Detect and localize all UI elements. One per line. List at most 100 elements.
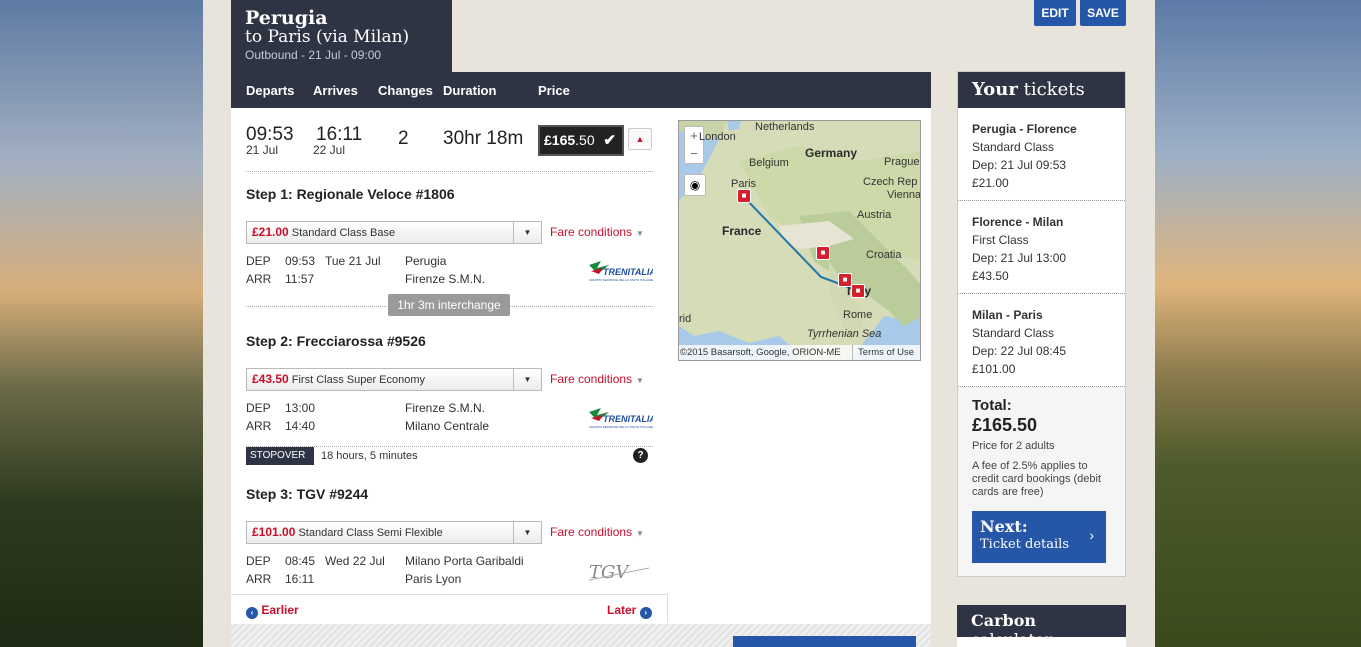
dep-station: Milano Porta Garibaldi [405, 554, 524, 568]
arr-label: ARR [246, 419, 272, 433]
train-pin-perugia[interactable]: ■ [851, 284, 865, 298]
title-rest: tickets [1023, 79, 1085, 100]
continue-button[interactable] [733, 636, 916, 647]
price-pounds: £165 [544, 132, 576, 148]
step-3-fare-conditions-link[interactable]: Fare conditions ▼ [550, 525, 644, 539]
journey-summary-row[interactable]: 09:53 21 Jul 16:11 22 Jul 2 30hr 18m £16… [246, 122, 653, 172]
step-2-fare-conditions-link[interactable]: Fare conditions ▼ [550, 372, 644, 386]
dep-time: 09:53 [285, 254, 316, 268]
map-label-belgium: Belgium [749, 157, 789, 169]
collapse-button[interactable]: ▲ [628, 128, 652, 150]
background-right [1155, 0, 1361, 647]
terms-of-use-link[interactable]: Terms of Use [852, 345, 914, 360]
step-3-fare-select[interactable]: £101.00 Standard Class Semi Flexible ▼ [246, 521, 542, 544]
your-tickets-title: Your tickets [958, 72, 1125, 108]
arr-station: Paris Lyon [405, 572, 462, 586]
ticket-class: First Class [972, 233, 1029, 247]
header-changes: Changes [378, 83, 433, 98]
step-1-fare-conditions-link[interactable]: Fare conditions ▼ [550, 225, 644, 239]
next-sublabel: Ticket details [980, 537, 1070, 552]
map-label-croatia: Croatia [866, 249, 902, 261]
stopover-duration: 18 hours, 5 minutes [321, 450, 418, 462]
route-map[interactable]: + − ◉ Netherlands London Belgium Germany… [678, 120, 921, 361]
fare-conditions-label: Fare conditions [550, 372, 633, 386]
results-table-header: Departs Arrives Changes Duration Price [231, 72, 931, 108]
header-departs: Departs [246, 83, 295, 98]
save-button[interactable]: SAVE [1080, 0, 1126, 26]
train-pin-florence[interactable]: ■ [838, 273, 852, 287]
chevron-right-icon: › [639, 607, 652, 619]
price-pence: .50 [575, 132, 595, 148]
next-label: Next: [980, 517, 1028, 536]
ticket-route: Perugia - Florence [972, 122, 1077, 136]
check-icon: ✔ [603, 132, 616, 149]
map-label-czech: Czech Rep [863, 176, 918, 188]
step-2-fare-select[interactable]: £43.50 First Class Super Economy ▼ [246, 368, 542, 391]
arr-label: ARR [246, 572, 272, 586]
total-label: Total: [972, 397, 1012, 414]
pager: ‹ Earlier Later › [231, 594, 668, 622]
header-duration: Duration [443, 83, 497, 98]
dropdown-arrow-icon: ▼ [513, 369, 541, 390]
next-ticket-details-button[interactable]: Next: Ticket details › [972, 511, 1106, 563]
arr-label: ARR [246, 272, 272, 286]
stopover-tag: STOPOVER [246, 447, 314, 465]
fare-price: £43.50 [252, 372, 289, 386]
ticket-route: Milan - Paris [972, 308, 1043, 322]
fare-class: Standard Class Base [291, 227, 396, 239]
map-label-prague: Prague [884, 156, 920, 168]
train-icon: ■ [741, 191, 747, 200]
selected-price[interactable]: £165.50 ✔ [538, 125, 624, 156]
header-arrives: Arrives [313, 83, 358, 98]
locate-button[interactable]: ◉ [684, 174, 706, 196]
ticket-departure: Dep: 22 Jul 08:45 [972, 344, 1067, 358]
earlier-link[interactable]: ‹ Earlier [246, 603, 299, 619]
train-pin-paris[interactable]: ■ [737, 189, 751, 203]
trenitalia-logo-icon: TRENITALIA GRUPPO FERROVIE DELLO STATO I… [589, 408, 653, 429]
card-fee-note: A fee of 2.5% applies to credit card boo… [972, 460, 1102, 498]
tgv-logo-icon: TGV [588, 562, 650, 583]
dep-time: 08:45 [285, 554, 316, 568]
arr-time: 11:57 [285, 272, 315, 286]
map-label-vienna: Vienna [887, 189, 921, 201]
dep-station: Firenze S.M.N. [405, 401, 486, 415]
ticket-item: Florence - Milan First Class Dep: 21 Jul… [958, 201, 1125, 294]
fare-class: First Class Super Economy [291, 374, 426, 386]
arr-time: 14:40 [285, 419, 316, 433]
ticket-price: £21.00 [972, 176, 1009, 190]
chevron-right-icon: › [1089, 527, 1094, 543]
train-icon: ■ [842, 275, 848, 284]
background-left [0, 0, 203, 647]
help-icon[interactable]: ? [633, 448, 648, 463]
later-link[interactable]: Later › [607, 603, 652, 619]
dep-date: Wed 22 Jul [325, 554, 385, 568]
results-panel: Departs Arrives Changes Duration Price 0… [231, 72, 931, 647]
ticket-class: Standard Class [972, 326, 1055, 340]
ticket-departure: Dep: 21 Jul 13:00 [972, 251, 1067, 265]
total-price: £165.50 [972, 415, 1038, 435]
dropdown-arrow-icon: ▼ [513, 522, 541, 543]
your-tickets-panel: Your tickets Perugia - Florence Standard… [957, 71, 1126, 577]
train-pin-milan[interactable]: ■ [816, 246, 830, 260]
edit-button[interactable]: EDIT [1034, 0, 1076, 26]
zoom-out-button[interactable]: − [685, 145, 703, 163]
ticket-price: £43.50 [972, 269, 1009, 283]
svg-text:GRUPPO FERROVIE DELLO STATO IT: GRUPPO FERROVIE DELLO STATO ITALIANE [589, 278, 653, 282]
ticket-departure: Dep: 21 Jul 09:53 [972, 158, 1067, 172]
svg-text:TRENITALIA: TRENITALIA [603, 414, 653, 424]
ticket-price: £101.00 [972, 362, 1016, 376]
map-label-austria: Austria [857, 209, 892, 221]
dep-label: DEP [246, 554, 271, 568]
dep-time: 13:00 [285, 401, 316, 415]
fare-conditions-label: Fare conditions [550, 225, 633, 239]
train-icon: ■ [820, 248, 826, 257]
step-3-leg: DEP 08:45 Wed 22 Jul Milano Porta Gariba… [246, 554, 524, 590]
step-1-leg: DEP 09:53 Tue 21 Jul Perugia ARR 11:57 F… [246, 254, 485, 290]
interchange-badge: 1hr 3m interchange [388, 294, 510, 316]
step-1-fare-select[interactable]: £21.00 Standard Class Base ▼ [246, 221, 542, 244]
chevron-up-icon: ▲ [635, 134, 645, 144]
step-3-title: Step 3: TGV #9244 [246, 486, 369, 502]
ticket-item: Milan - Paris Standard Class Dep: 22 Jul… [958, 294, 1125, 387]
chevron-down-icon: ▼ [636, 376, 644, 385]
journey-outbound: Outbound - 21 Jul - 09:00 [245, 48, 382, 62]
